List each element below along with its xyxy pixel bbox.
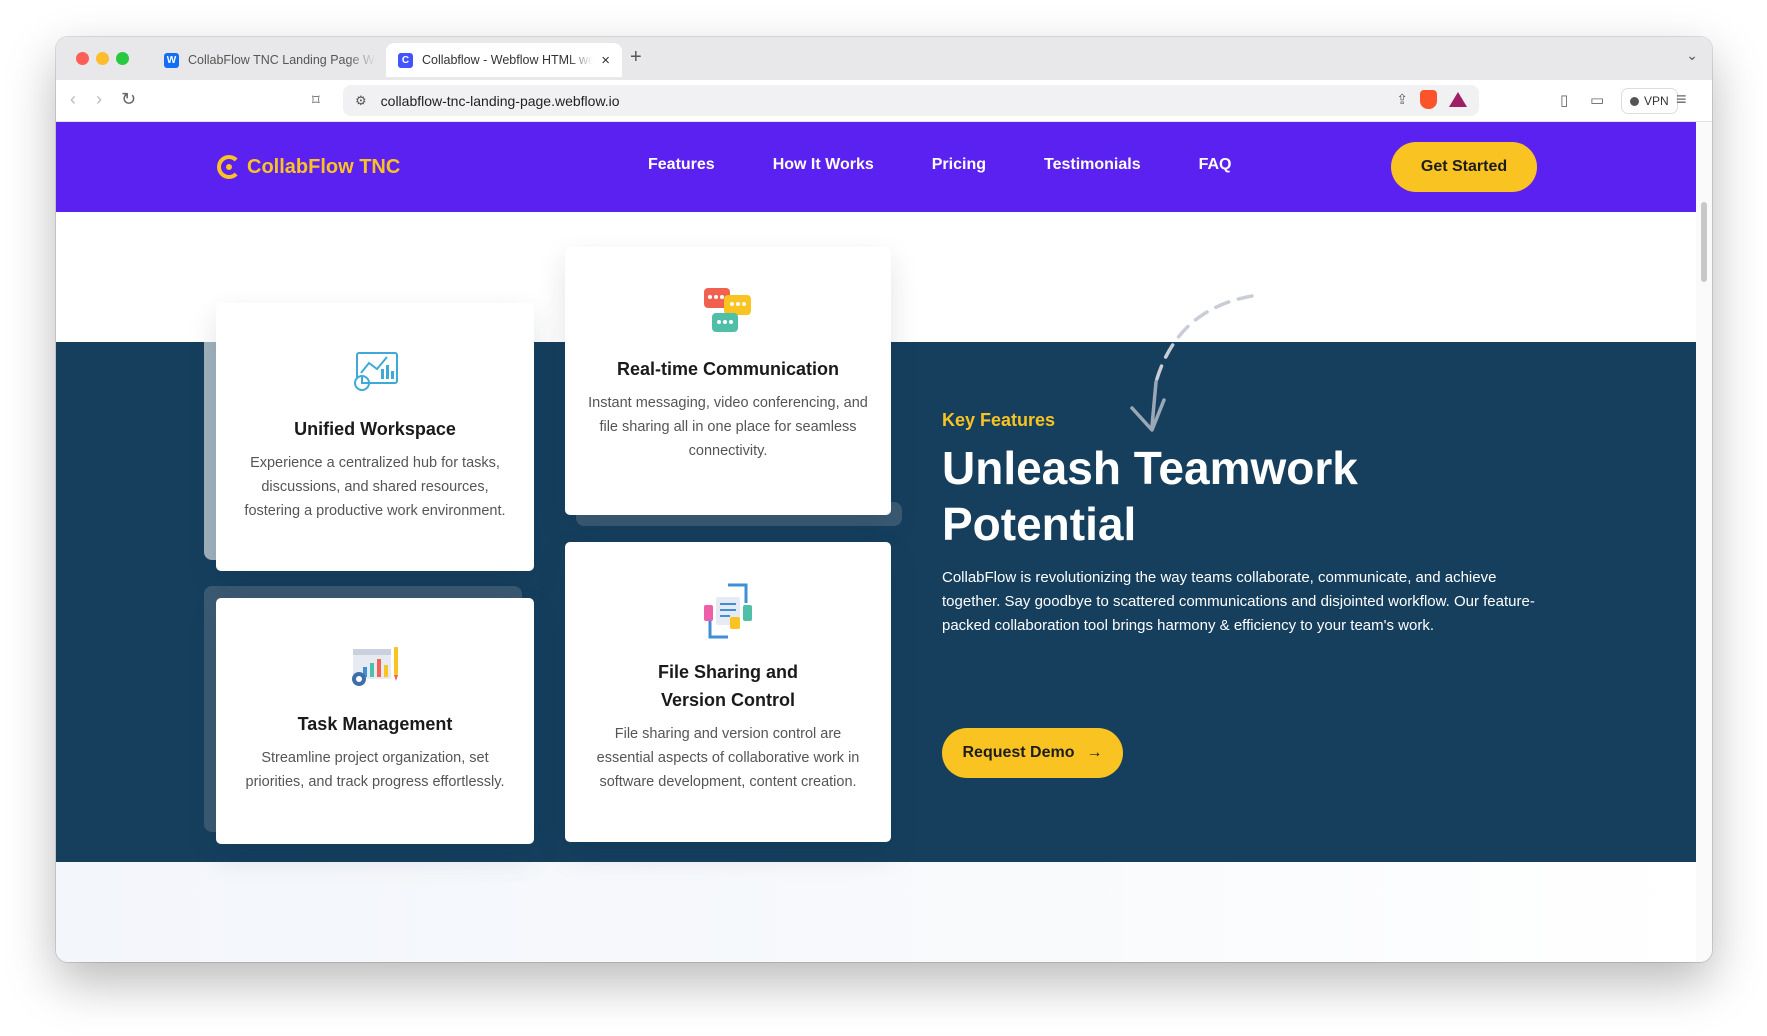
section-body: CollabFlow is revolutionizing the way te… [942, 569, 1535, 634]
brave-shield-icon[interactable] [1420, 90, 1437, 109]
new-tab-button[interactable]: + [630, 46, 642, 69]
browser-tab-collabflow[interactable]: C Collabflow - Webflow HTML website × [386, 43, 622, 77]
feature-card-file-sharing: File Sharing and Version Control File sh… [565, 542, 891, 842]
card-description: Instant messaging, video conferencing, a… [588, 395, 868, 459]
request-demo-label: Request Demo [962, 744, 1075, 761]
browser-tab-webflow[interactable]: W CollabFlow TNC Landing Page Webflow [152, 43, 388, 77]
chat-bubbles-icon [702, 285, 754, 337]
scrollbar-thumb[interactable] [1701, 202, 1707, 282]
bookmark-icon[interactable]: ⌑ [312, 91, 320, 109]
feature-card-task-management: Task Management Streamline project organ… [216, 598, 534, 844]
sidebar-icon[interactable]: ▯ [1560, 91, 1568, 109]
minimize-window-button[interactable] [96, 52, 109, 65]
reload-icon[interactable]: ↻ [121, 89, 136, 110]
request-demo-button[interactable]: Request Demo → [942, 728, 1123, 778]
chevron-down-icon[interactable]: ⌄ [1686, 47, 1698, 64]
back-icon[interactable]: ‹ [70, 89, 76, 110]
menu-icon[interactable]: ≡ [1676, 89, 1687, 110]
nav-links: Features How It Works Pricing Testimonia… [648, 156, 1232, 174]
tab-strip: W CollabFlow TNC Landing Page Webflow C … [56, 37, 1712, 80]
vpn-button[interactable]: VPN [1621, 88, 1678, 114]
close-window-button[interactable] [76, 52, 89, 65]
card-title: File Sharing and Version Control [657, 662, 799, 710]
card-description: Experience a centralized hub for tasks, … [244, 455, 506, 519]
page-scrollbar[interactable] [1696, 122, 1712, 962]
tab-title: CollabFlow TNC Landing Page Webflow [188, 53, 376, 67]
file-sync-icon [702, 580, 754, 642]
brand-logo[interactable]: CollabFlow TNC [217, 155, 400, 179]
forward-icon[interactable]: › [96, 89, 102, 110]
card-title: Unified Workspace [294, 419, 456, 439]
site-navbar: CollabFlow TNC Features How It Works Pri… [56, 122, 1696, 212]
maximize-window-button[interactable] [116, 52, 129, 65]
share-icon[interactable]: ⇪ [1396, 91, 1408, 108]
collabflow-icon: C [398, 52, 413, 68]
vpn-label: VPN [1644, 94, 1669, 108]
card-description: Streamline project organization, set pri… [245, 750, 505, 790]
browser-toolbar: ‹ › ↻ ⌑ ⚙ collabflow-tnc-landing-page.we… [56, 80, 1712, 122]
brand-name: CollabFlow TNC [247, 155, 401, 178]
analytics-icon [349, 345, 401, 397]
page-viewport: CollabFlow TNC Features How It Works Pri… [56, 122, 1696, 962]
feature-card-real-time-communication: Real-time Communication Instant messagin… [565, 247, 891, 515]
tab-close-icon[interactable]: × [601, 52, 610, 69]
card-title: Real-time Communication [616, 359, 840, 379]
logo-icon [217, 155, 241, 179]
curved-arrow-icon [1130, 294, 1254, 432]
browser-window: W CollabFlow TNC Landing Page Webflow C … [56, 37, 1712, 962]
brave-rewards-icon[interactable] [1449, 92, 1467, 107]
nav-link-features[interactable]: Features [648, 156, 715, 174]
site-settings-icon[interactable]: ⚙ [355, 93, 367, 109]
card-title: Task Management [297, 714, 453, 734]
nav-link-faq[interactable]: FAQ [1199, 156, 1232, 174]
tab-title: Collabflow - Webflow HTML website [422, 53, 594, 67]
webflow-icon: W [164, 52, 179, 68]
address-bar[interactable]: ⚙ collabflow-tnc-landing-page.webflow.io… [343, 85, 1479, 116]
vpn-status-icon [1630, 96, 1639, 106]
nav-link-testimonials[interactable]: Testimonials [1044, 156, 1141, 174]
section-headline: Unleash Teamwork Potential [942, 442, 1358, 550]
url-text[interactable]: collabflow-tnc-landing-page.webflow.io [381, 93, 620, 109]
section-eyebrow: Key Features [942, 410, 1056, 430]
feature-card-unified-workspace: Unified Workspace Experience a centraliz… [216, 303, 534, 571]
card-description: File sharing and version control are ess… [596, 726, 860, 790]
nav-link-how-it-works[interactable]: How It Works [773, 156, 874, 174]
lower-section-background [56, 862, 1696, 962]
get-started-button[interactable]: Get Started [1391, 142, 1537, 192]
wallet-icon[interactable]: ▭ [1590, 91, 1604, 109]
nav-link-pricing[interactable]: Pricing [932, 156, 986, 174]
task-chart-icon [349, 640, 401, 692]
arrow-right-icon: → [1086, 744, 1103, 761]
